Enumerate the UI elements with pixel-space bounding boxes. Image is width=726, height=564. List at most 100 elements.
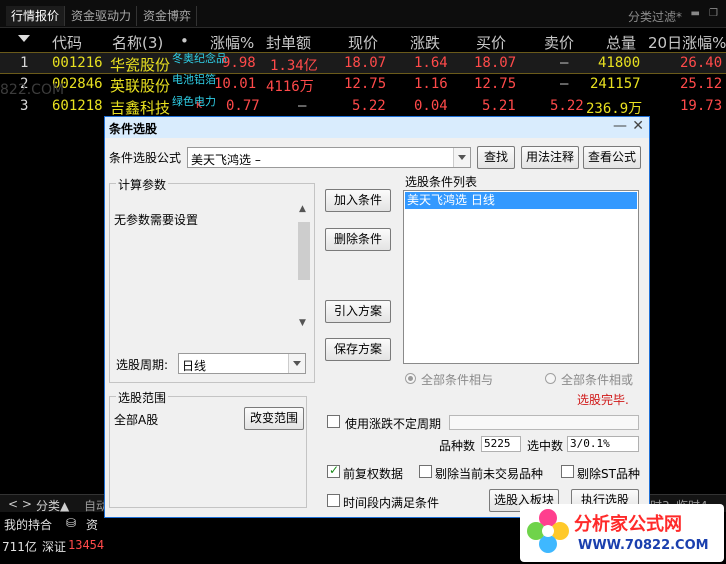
variable-period-checkbox[interactable] xyxy=(327,415,340,428)
scroll-up-icon[interactable]: ▲ xyxy=(299,204,306,214)
close-icon[interactable]: ✕ xyxy=(632,118,644,134)
ask-price: – xyxy=(560,55,569,71)
scroll-thumb[interactable] xyxy=(298,222,310,280)
col-bid[interactable]: 买价 xyxy=(476,32,506,53)
price: 12.75 xyxy=(344,76,387,92)
radio-or[interactable] xyxy=(545,373,556,384)
params-scrollbar[interactable]: ▲ ▼ xyxy=(296,204,312,328)
stock-code: 001216 xyxy=(52,55,103,71)
change: 1.64 xyxy=(414,55,448,71)
tab-quotes[interactable]: 行情报价 xyxy=(6,6,66,26)
col-change[interactable]: 涨跌 xyxy=(410,32,440,53)
period-select[interactable]: 日线 xyxy=(178,353,306,374)
window-minimize-icon[interactable]: ▬ xyxy=(691,8,700,19)
col-dot[interactable]: • xyxy=(180,32,189,50)
exclude-st-checkbox[interactable] xyxy=(561,465,574,478)
done-status: 选股完毕. xyxy=(577,393,629,407)
stock-name: 华瓷股份 xyxy=(110,56,171,74)
range-group: 选股范围 全部A股 改变范围 xyxy=(109,389,307,508)
shenzhen-index: 13454 xyxy=(68,538,105,552)
import-scheme-button[interactable]: 引入方案 xyxy=(325,300,391,323)
radio-and-label: 全部条件相与 xyxy=(421,373,494,387)
sort-desc-icon[interactable] xyxy=(18,35,30,42)
exclude-untraded-checkbox[interactable] xyxy=(419,465,432,478)
selected-label: 选中数 xyxy=(527,439,564,453)
ask-price: – xyxy=(560,76,569,92)
price: 5.22 xyxy=(352,98,386,114)
seal-amount: – xyxy=(298,98,307,114)
list-item[interactable]: 美天飞鸿选 日线 xyxy=(405,192,637,209)
quote-table-header: 代码 名称(3) • 涨幅% 封单额 现价 涨跌 买价 卖价 总量 20日涨幅% xyxy=(0,28,726,52)
concept-tag: 电池铝箔 xyxy=(172,73,216,86)
database-icon[interactable]: ⛁ xyxy=(66,516,76,530)
bid-price: 18.07 xyxy=(474,55,517,71)
col-price[interactable]: 现价 xyxy=(348,32,378,53)
tab-capital-game[interactable]: 资金博弈 xyxy=(138,6,198,26)
k-marker: K xyxy=(196,101,202,111)
time-window-label: 时间段内满足条件 xyxy=(343,496,440,510)
bid-price: 5.21 xyxy=(482,98,516,114)
price: 18.07 xyxy=(344,55,387,71)
variety-count: 5225 xyxy=(481,436,521,452)
col-code[interactable]: 代码 xyxy=(52,32,82,53)
pct-20d: 26.40 xyxy=(680,55,723,71)
table-row[interactable]: 2 002846 英联股份 电池铝箔 10.01 4116万 12.75 1.1… xyxy=(0,73,726,96)
table-row[interactable]: 1 001216 华瓷股份 冬奥纪念品 9.98 1.34亿 18.07 1.6… xyxy=(0,52,726,74)
concept-tag: 绿色电力 xyxy=(172,95,216,108)
condition-list[interactable]: 美天飞鸿选 日线 xyxy=(403,190,639,364)
table-row[interactable]: 3 601218 吉鑫科技 绿色电力 K 0.77 – 5.22 0.04 5.… xyxy=(0,95,726,118)
time-window-checkbox[interactable] xyxy=(327,494,340,507)
no-params-text: 无参数需要设置 xyxy=(114,213,199,227)
scroll-down-icon[interactable]: ▼ xyxy=(299,318,306,328)
shenzhen-label: 深证 xyxy=(42,540,67,554)
col-20d-pct[interactable]: 20日涨幅% xyxy=(648,32,726,53)
site-watermark: 822.COM xyxy=(0,82,65,98)
funds-label[interactable]: 资 xyxy=(86,516,98,533)
period-label: 选股周期: xyxy=(116,358,169,372)
col-volume[interactable]: 总量 xyxy=(606,32,636,53)
row-index: 1 xyxy=(20,55,29,71)
variable-period-label: 使用涨跌不定周期 xyxy=(345,417,442,431)
my-holdings[interactable]: 我的持合 xyxy=(4,516,52,533)
range-value: 全部A股 xyxy=(114,413,159,427)
change: 0.04 xyxy=(414,98,448,114)
category-filter[interactable]: 分类过滤* xyxy=(628,8,682,25)
add-condition-button[interactable]: 加入条件 xyxy=(325,189,391,212)
tab-capital-drive[interactable]: 资金驱动力 xyxy=(66,6,138,26)
radio-and[interactable] xyxy=(405,373,416,384)
pct-20d: 19.73 xyxy=(680,98,723,114)
adjust-checkbox[interactable] xyxy=(327,463,340,478)
dialog-titlebar[interactable]: 条件选股 — ✕ xyxy=(105,117,649,138)
change-pct: 9.98 xyxy=(222,55,256,71)
site-logo: 分析家公式网 WWW.70822.COM xyxy=(520,504,724,562)
change-pct: 0.77 xyxy=(226,98,260,114)
col-seal-amount[interactable]: 封单额 xyxy=(266,32,311,53)
row-index: 3 xyxy=(20,98,29,114)
change: 1.16 xyxy=(414,76,448,92)
stock-code: 601218 xyxy=(52,98,103,114)
logo-url: WWW.70822.COM xyxy=(578,538,709,553)
delete-condition-button[interactable]: 删除条件 xyxy=(325,228,391,251)
exclude-st-label: 剔除ST品种 xyxy=(577,467,640,481)
nav-arrows[interactable]: < > xyxy=(8,497,32,511)
formula-select[interactable]: 美天飞鸿选 – xyxy=(187,147,471,168)
col-ask[interactable]: 卖价 xyxy=(544,32,574,53)
logo-title: 分析家公式网 xyxy=(574,514,682,535)
chevron-down-icon[interactable] xyxy=(288,354,305,373)
progress-bar xyxy=(449,415,639,430)
chevron-down-icon[interactable] xyxy=(453,148,470,167)
range-group-label: 选股范围 xyxy=(116,389,169,406)
change-range-button[interactable]: 改变范围 xyxy=(244,407,304,430)
volume: 41800 xyxy=(598,55,641,71)
condition-stock-dialog: 条件选股 — ✕ 条件选股公式 美天飞鸿选 – 查找 用法注释 查看公式 计算参… xyxy=(104,116,650,518)
find-button[interactable]: 查找 xyxy=(477,146,515,169)
col-name[interactable]: 名称(3) xyxy=(112,32,163,53)
window-restore-icon[interactable]: ❐ xyxy=(709,8,718,19)
save-scheme-button[interactable]: 保存方案 xyxy=(325,338,391,361)
view-formula-button[interactable]: 查看公式 xyxy=(583,146,641,169)
seal-amount: 1.34亿 xyxy=(270,58,318,74)
minimize-icon[interactable]: — xyxy=(613,118,627,134)
formula-value: 美天飞鸿选 – xyxy=(191,153,261,167)
pct-20d: 25.12 xyxy=(680,76,723,92)
usage-notes-button[interactable]: 用法注释 xyxy=(521,146,579,169)
